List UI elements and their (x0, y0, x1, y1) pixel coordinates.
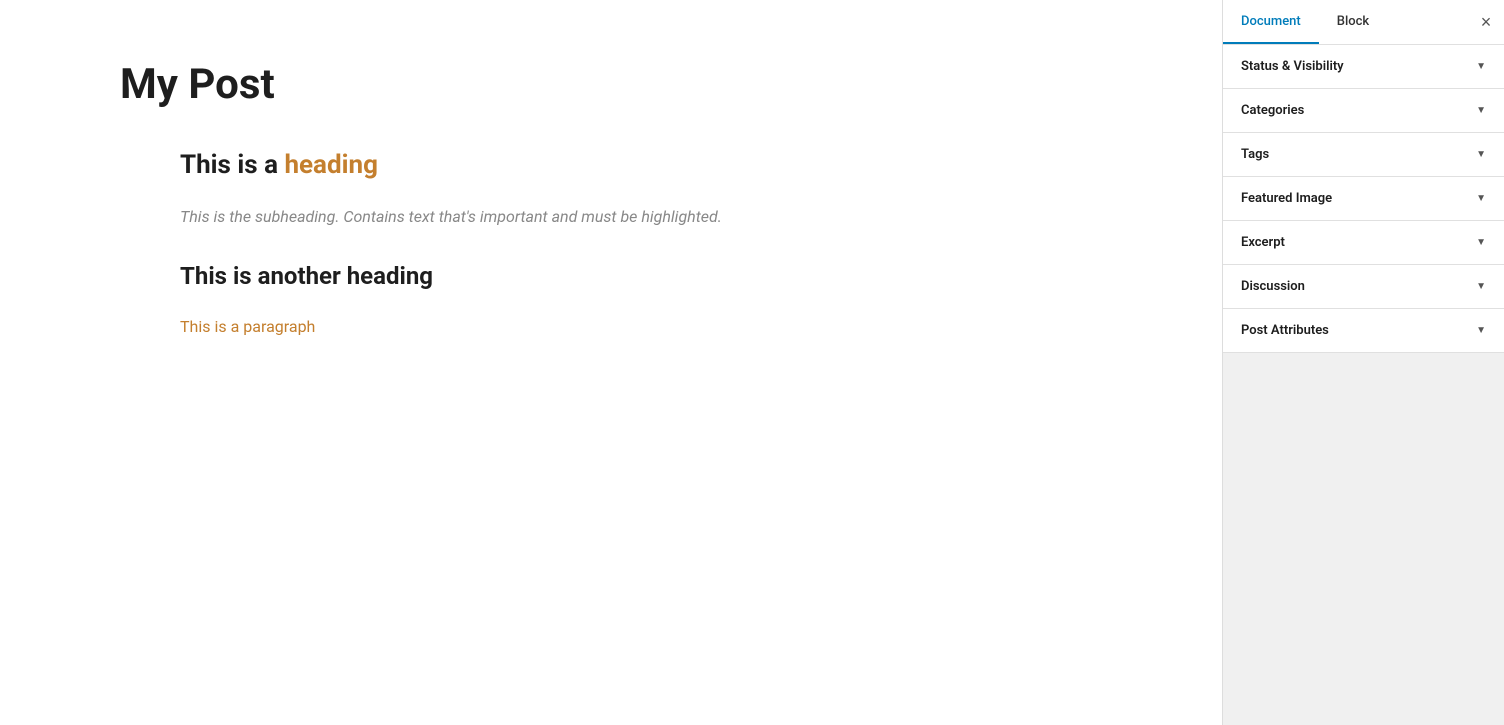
tab-document[interactable]: Document (1223, 0, 1319, 44)
heading-block-1[interactable]: This is a heading (180, 150, 1102, 180)
content-blocks: This is a heading This is the subheading… (120, 150, 1102, 339)
chevron-down-icon: ▼ (1476, 325, 1486, 336)
sidebar-panel-post-attributes[interactable]: Post Attributes ▼ (1223, 309, 1504, 353)
panel-label: Categories (1241, 103, 1304, 118)
sidebar-empty-space (1223, 385, 1504, 725)
panel-label: Excerpt (1241, 235, 1285, 250)
chevron-down-icon: ▼ (1476, 105, 1486, 116)
chevron-down-icon: ▼ (1476, 149, 1486, 160)
sidebar-panel-status-&-visibility[interactable]: Status & Visibility ▼ (1223, 45, 1504, 89)
sidebar-close-button[interactable]: × (1468, 4, 1504, 40)
sidebar-panel-featured-image[interactable]: Featured Image ▼ (1223, 177, 1504, 221)
heading-block-2[interactable]: This is another heading (180, 262, 1102, 290)
sidebar: Document Block × Status & Visibility▼Cat… (1222, 0, 1504, 725)
sidebar-panel-tags[interactable]: Tags ▼ (1223, 133, 1504, 177)
sidebar-panel-categories[interactable]: Categories ▼ (1223, 89, 1504, 133)
panel-label: Post Attributes (1241, 323, 1329, 338)
subheading-block[interactable]: This is the subheading. Contains text th… (180, 204, 1102, 230)
panel-label: Featured Image (1241, 191, 1332, 206)
heading-highlight: heading (284, 150, 377, 180)
tab-block[interactable]: Block (1319, 0, 1387, 44)
post-title[interactable]: My Post (120, 60, 1102, 110)
panel-label: Tags (1241, 147, 1269, 162)
sidebar-panels: Status & Visibility▼Categories▼Tags▼Feat… (1223, 45, 1504, 385)
chevron-down-icon: ▼ (1476, 193, 1486, 204)
sidebar-panel-discussion[interactable]: Discussion ▼ (1223, 265, 1504, 309)
heading-prefix: This is a (180, 150, 284, 180)
panel-label: Status & Visibility (1241, 59, 1344, 74)
paragraph-block[interactable]: This is a paragraph (180, 314, 1102, 340)
sidebar-panel-excerpt[interactable]: Excerpt ▼ (1223, 221, 1504, 265)
chevron-down-icon: ▼ (1476, 237, 1486, 248)
sidebar-header: Document Block × (1223, 0, 1504, 45)
chevron-down-icon: ▼ (1476, 281, 1486, 292)
chevron-down-icon: ▼ (1476, 61, 1486, 72)
editor-content: My Post This is a heading This is the su… (0, 0, 1222, 725)
panel-label: Discussion (1241, 279, 1305, 294)
